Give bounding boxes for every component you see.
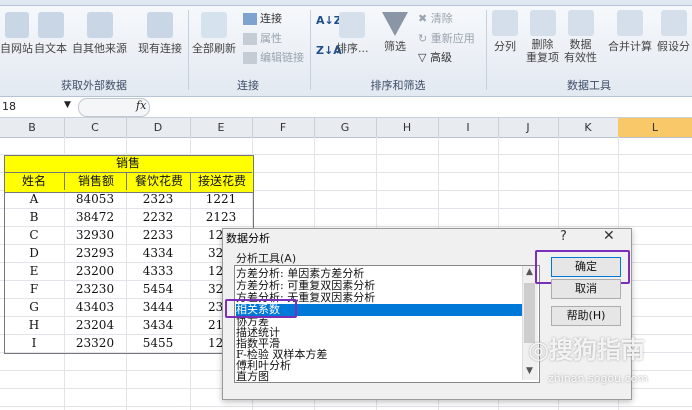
watermark-url: zhinan.sogou.com: [548, 372, 649, 385]
cell-transport[interactable]: 2123: [190, 209, 252, 226]
group-label-external-data: 获取外部数据: [61, 79, 127, 92]
ribbon-tab-strip: [0, 0, 692, 6]
refresh-icon: [201, 12, 227, 38]
cell-name[interactable]: I: [4, 335, 64, 352]
column-header-k[interactable]: K: [558, 118, 619, 137]
text-to-columns-button[interactable]: 分列: [492, 10, 518, 54]
connections-icon: [147, 12, 173, 38]
validation-icon: [567, 10, 594, 36]
cell-meal[interactable]: 5454: [126, 281, 190, 298]
what-if-icon: [660, 10, 687, 36]
from-text-button[interactable]: 自文本: [34, 12, 67, 56]
filter-button[interactable]: 筛选: [382, 12, 408, 54]
name-box-dropdown-icon[interactable]: ▼: [64, 100, 71, 110]
remove-duplicates-icon: [529, 10, 556, 36]
existing-connections-button[interactable]: 现有连接: [138, 12, 182, 56]
cell-name[interactable]: C: [4, 227, 64, 244]
cell-meal[interactable]: 2233: [126, 227, 190, 244]
edit-links-button[interactable]: 编辑链接: [243, 49, 304, 65]
cell-name[interactable]: F: [4, 281, 64, 298]
dialog-title: 数据分析: [226, 232, 270, 245]
chain-icon: [243, 52, 257, 64]
sort-button[interactable]: 排序...: [336, 12, 369, 56]
analysis-tools-label: 分析工具(A): [236, 252, 297, 265]
properties-icon: [243, 33, 257, 45]
properties-button[interactable]: 属性: [243, 30, 282, 46]
sort-icon: [339, 12, 366, 38]
refresh-all-button[interactable]: 全部刷新: [192, 12, 236, 56]
insert-function-icon[interactable]: fx: [136, 99, 146, 112]
dialog-close-icon[interactable]: ✕: [603, 228, 615, 244]
cell-sales[interactable]: 23293: [64, 245, 126, 262]
cell-name[interactable]: A: [4, 191, 64, 208]
cell-name[interactable]: B: [4, 209, 64, 226]
cell-sales[interactable]: 43403: [64, 299, 126, 316]
cell-meal[interactable]: 4333: [126, 263, 190, 280]
cell-meal[interactable]: 3444: [126, 299, 190, 316]
column-header-g[interactable]: G: [314, 118, 377, 137]
cell-sales[interactable]: 38472: [64, 209, 126, 226]
column-header-f[interactable]: F: [252, 118, 315, 137]
list-item[interactable]: 直方图: [236, 371, 269, 383]
column-header-i[interactable]: I: [438, 118, 499, 137]
column-header-l[interactable]: L: [618, 118, 692, 137]
cell-meal[interactable]: 3434: [126, 317, 190, 334]
cell-meal[interactable]: 4334: [126, 245, 190, 262]
clear-filter-button[interactable]: ✖ 清除: [418, 10, 453, 26]
column-header-j[interactable]: J: [498, 118, 559, 137]
watermark-logo: ◎搜狗指南: [528, 336, 645, 364]
header-name[interactable]: 姓名: [4, 173, 64, 190]
cell-sales[interactable]: 23204: [64, 317, 126, 334]
scroll-down-icon[interactable]: ▼: [522, 366, 537, 380]
cell-sales[interactable]: 84053: [64, 191, 126, 208]
header-sales-amount[interactable]: 销售额: [64, 173, 127, 190]
advanced-filter-button[interactable]: ▽ 高级: [418, 49, 452, 65]
remove-duplicates-button[interactable]: 删除 重复项: [526, 10, 559, 64]
connections-button[interactable]: 连接: [243, 10, 282, 26]
funnel-icon: [382, 12, 408, 36]
cell-meal[interactable]: 5455: [126, 335, 190, 352]
cell-sales[interactable]: 23320: [64, 335, 126, 352]
cell-name[interactable]: G: [4, 299, 64, 316]
from-other-sources-button[interactable]: 自其他来源: [72, 12, 127, 56]
link-icon: [243, 13, 257, 25]
column-header-d[interactable]: D: [126, 118, 191, 137]
dialog-help-icon[interactable]: ?: [560, 229, 567, 244]
header-transport-cost[interactable]: 接送花费: [190, 173, 253, 190]
name-box[interactable]: 18: [0, 98, 72, 115]
column-header-e[interactable]: E: [190, 118, 253, 137]
group-label-sort-filter: 排序和筛选: [370, 79, 426, 92]
cell-name[interactable]: E: [4, 263, 64, 280]
help-button[interactable]: 帮助(H): [551, 306, 621, 326]
cell-transport[interactable]: 1221: [190, 191, 252, 208]
other-sources-icon: [86, 12, 113, 38]
what-if-button[interactable]: 假设分: [657, 10, 690, 54]
web-icon: [4, 12, 29, 38]
group-label-connections: 连接: [237, 79, 259, 92]
split-columns-icon: [492, 10, 518, 36]
consolidate-icon: [617, 10, 643, 36]
cell-sales[interactable]: 23200: [64, 263, 126, 280]
merged-header-sales[interactable]: 销售: [4, 155, 252, 173]
text-file-icon: [37, 12, 64, 38]
cancel-button[interactable]: 取消: [551, 279, 621, 299]
cell-sales[interactable]: 32930: [64, 227, 126, 244]
column-header-b[interactable]: B: [0, 118, 65, 137]
reapply-button[interactable]: ↻ 重新应用: [418, 30, 475, 46]
cell-meal[interactable]: 2232: [126, 209, 190, 226]
group-label-data-tools: 数据工具: [567, 79, 611, 92]
cell-meal[interactable]: 2323: [126, 191, 190, 208]
column-header-h[interactable]: H: [376, 118, 439, 137]
data-validation-button[interactable]: 数据 有效性: [564, 10, 597, 64]
cell-name[interactable]: D: [4, 245, 64, 262]
cell-name[interactable]: H: [4, 317, 64, 334]
column-header-c[interactable]: C: [64, 118, 127, 137]
highlight-selected-item: [225, 299, 297, 318]
consolidate-button[interactable]: 合并计算: [608, 10, 652, 54]
cell-sales[interactable]: 23230: [64, 281, 126, 298]
header-meal-cost[interactable]: 餐饮花费: [126, 173, 191, 190]
from-web-button[interactable]: 自网站: [0, 12, 33, 56]
